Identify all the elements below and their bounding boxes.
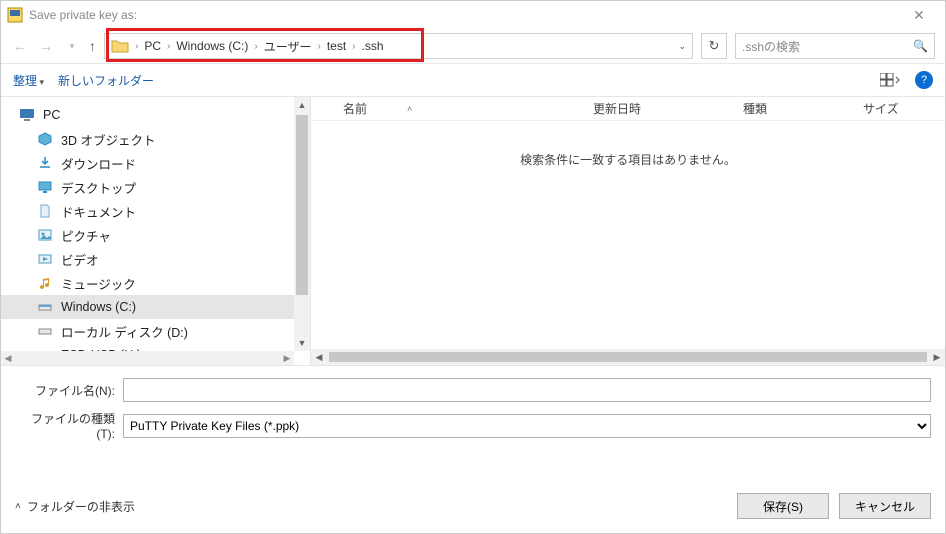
tree-3d-objects[interactable]: 3D オブジェクト	[1, 127, 310, 151]
scroll-up-icon[interactable]: ▲	[294, 97, 310, 113]
scroll-thumb[interactable]	[329, 352, 927, 362]
scroll-right-icon[interactable]: ▶	[280, 353, 294, 364]
chevron-up-icon: ˄	[15, 501, 21, 512]
tree-pc[interactable]: PC	[1, 103, 310, 127]
tree-desktop[interactable]: デスクトップ	[1, 175, 310, 199]
col-date[interactable]: 更新日時	[585, 100, 735, 117]
breadcrumb-test[interactable]: test›	[327, 39, 356, 53]
cancel-button[interactable]: キャンセル	[839, 493, 931, 519]
col-name[interactable]: 名前 ˄	[335, 100, 585, 117]
nav-row: ← → ▾ ↑ › PC› Windows (C:)› ユーザー› test› …	[1, 29, 945, 63]
scroll-left-icon[interactable]: ◀	[1, 353, 15, 364]
filetype-select[interactable]: PuTTY Private Key Files (*.ppk)	[123, 414, 931, 438]
scroll-right-icon[interactable]: ▶	[929, 352, 945, 363]
new-folder-button[interactable]: 新しいフォルダー	[58, 72, 154, 89]
search-placeholder: .sshの検索	[742, 38, 800, 55]
filename-label: ファイル名(N):	[15, 382, 123, 399]
tree-music[interactable]: ミュージック	[1, 271, 310, 295]
tree-downloads[interactable]: ダウンロード	[1, 151, 310, 175]
cube-icon	[37, 131, 53, 147]
footer: ˄ フォルダーの非表示 保存(S) キャンセル	[1, 479, 945, 533]
tree-cdrive[interactable]: Windows (C:)	[1, 295, 310, 319]
scroll-left-icon[interactable]: ◀	[311, 352, 327, 363]
desktop-icon	[37, 179, 53, 195]
folder-tree: PC 3D オブジェクト ダウンロード デスクトップ ドキュメント	[1, 97, 310, 365]
breadcrumb-ssh[interactable]: .ssh	[362, 39, 384, 53]
chevron-right-icon: ›	[135, 41, 138, 52]
search-box[interactable]: .sshの検索 🔍	[735, 33, 935, 59]
window-title: Save private key as:	[29, 8, 137, 22]
column-headers: 名前 ˄ 更新日時 種類 サイズ	[311, 97, 945, 121]
filename-input[interactable]	[123, 378, 931, 402]
back-button[interactable]: ←	[11, 38, 29, 54]
folder-icon	[111, 39, 129, 53]
pc-icon	[19, 107, 35, 123]
tree-ddrive[interactable]: ローカル ディスク (D:)	[1, 319, 310, 343]
toolbar: 整理 新しいフォルダー ?	[1, 63, 945, 97]
tree-videos[interactable]: ビデオ	[1, 247, 310, 271]
content-hscrollbar[interactable]: ◀ ▶	[311, 349, 945, 365]
hide-folders-toggle[interactable]: ˄ フォルダーの非表示	[15, 498, 135, 515]
empty-message: 検索条件に一致する項目はありません。	[311, 121, 945, 168]
sidebar-hscrollbar[interactable]: ◀ ▶	[1, 351, 294, 365]
scroll-thumb[interactable]	[296, 115, 308, 295]
doc-icon	[37, 203, 53, 219]
view-options-button[interactable]	[879, 71, 901, 89]
close-button[interactable]: ✕	[899, 7, 939, 24]
music-icon	[37, 275, 53, 291]
form-area: ファイル名(N): ファイルの種類(T): PuTTY Private Key …	[1, 365, 945, 449]
drive-icon	[37, 299, 53, 315]
col-type[interactable]: 種類	[735, 100, 855, 117]
filetype-label: ファイルの種類(T):	[15, 410, 123, 441]
refresh-button[interactable]: ↻	[701, 33, 727, 59]
download-icon	[37, 155, 53, 171]
breadcrumb-users[interactable]: ユーザー›	[264, 38, 321, 55]
scroll-down-icon[interactable]: ▼	[294, 335, 310, 351]
video-icon	[37, 251, 53, 267]
putty-icon	[7, 7, 23, 23]
forward-button[interactable]: →	[37, 38, 55, 54]
title-bar: Save private key as: ✕	[1, 1, 945, 29]
breadcrumb-pc[interactable]: PC›	[144, 39, 170, 53]
main-area: PC 3D オブジェクト ダウンロード デスクトップ ドキュメント	[1, 97, 945, 365]
sidebar: PC 3D オブジェクト ダウンロード デスクトップ ドキュメント	[1, 97, 311, 365]
tree-pictures[interactable]: ピクチャ	[1, 223, 310, 247]
breadcrumb-cdrive[interactable]: Windows (C:)›	[176, 39, 257, 53]
organize-menu[interactable]: 整理	[13, 72, 44, 89]
file-list-panel: 名前 ˄ 更新日時 種類 サイズ 検索条件に一致する項目はありません。 ◀ ▶	[311, 97, 945, 365]
tree-documents[interactable]: ドキュメント	[1, 199, 310, 223]
drive-icon	[37, 323, 53, 339]
up-button[interactable]: ↑	[89, 38, 96, 54]
search-icon: 🔍	[913, 39, 928, 53]
recent-dropdown[interactable]: ▾	[63, 41, 81, 52]
help-button[interactable]: ?	[915, 71, 933, 89]
sidebar-scrollbar[interactable]: ▲ ▼	[294, 97, 310, 351]
sort-asc-icon: ˄	[407, 104, 412, 114]
save-dialog-window: Save private key as: ✕ ← → ▾ ↑ › PC› Win…	[0, 0, 946, 534]
picture-icon	[37, 227, 53, 243]
address-dropdown-icon[interactable]: ⌄	[678, 41, 686, 52]
col-size[interactable]: サイズ	[855, 100, 935, 117]
save-button[interactable]: 保存(S)	[737, 493, 829, 519]
address-bar[interactable]: › PC› Windows (C:)› ユーザー› test› .ssh ⌄	[104, 33, 693, 59]
